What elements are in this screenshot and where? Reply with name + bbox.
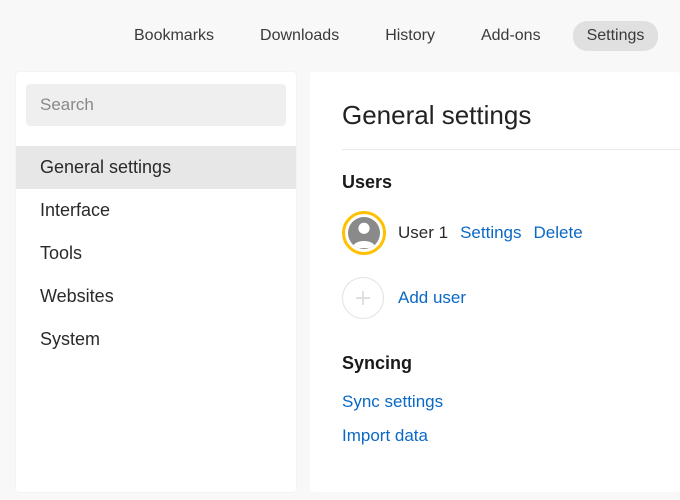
sidebar-item-websites[interactable]: Websites bbox=[16, 275, 296, 318]
import-data-link[interactable]: Import data bbox=[342, 426, 680, 446]
search-input[interactable] bbox=[26, 84, 286, 126]
tab-downloads[interactable]: Downloads bbox=[246, 21, 353, 51]
tab-bookmarks[interactable]: Bookmarks bbox=[120, 21, 228, 51]
avatar[interactable] bbox=[342, 211, 386, 255]
person-icon bbox=[348, 217, 380, 249]
tab-settings[interactable]: Settings bbox=[573, 21, 659, 51]
settings-sidebar: General settings Interface Tools Website… bbox=[16, 72, 296, 492]
user-row: User 1 Settings Delete bbox=[342, 211, 680, 255]
main-panel: General settings Users User 1 Settings D… bbox=[310, 72, 680, 492]
sidebar-item-interface[interactable]: Interface bbox=[16, 189, 296, 232]
add-user-row: Add user bbox=[342, 277, 680, 319]
user-settings-link[interactable]: Settings bbox=[460, 223, 521, 243]
users-heading: Users bbox=[342, 172, 680, 193]
sync-links: Sync settings Import data bbox=[342, 392, 680, 446]
sidebar-item-tools[interactable]: Tools bbox=[16, 232, 296, 275]
user-name: User 1 bbox=[398, 223, 448, 243]
tab-history[interactable]: History bbox=[371, 21, 449, 51]
top-tabbar: Bookmarks Downloads History Add-ons Sett… bbox=[0, 0, 680, 72]
tab-addons[interactable]: Add-ons bbox=[467, 21, 555, 51]
page-title: General settings bbox=[342, 100, 680, 150]
add-user-link[interactable]: Add user bbox=[398, 288, 466, 308]
user-delete-link[interactable]: Delete bbox=[534, 223, 583, 243]
plus-icon bbox=[354, 289, 372, 307]
add-user-button[interactable] bbox=[342, 277, 384, 319]
sidebar-item-system[interactable]: System bbox=[16, 318, 296, 361]
tab-protection[interactable]: Prot bbox=[676, 21, 680, 51]
content-area: General settings Interface Tools Website… bbox=[0, 72, 680, 492]
sidebar-item-general[interactable]: General settings bbox=[16, 146, 296, 189]
syncing-heading: Syncing bbox=[342, 353, 680, 374]
sync-settings-link[interactable]: Sync settings bbox=[342, 392, 680, 412]
sidebar-menu: General settings Interface Tools Website… bbox=[16, 146, 296, 361]
